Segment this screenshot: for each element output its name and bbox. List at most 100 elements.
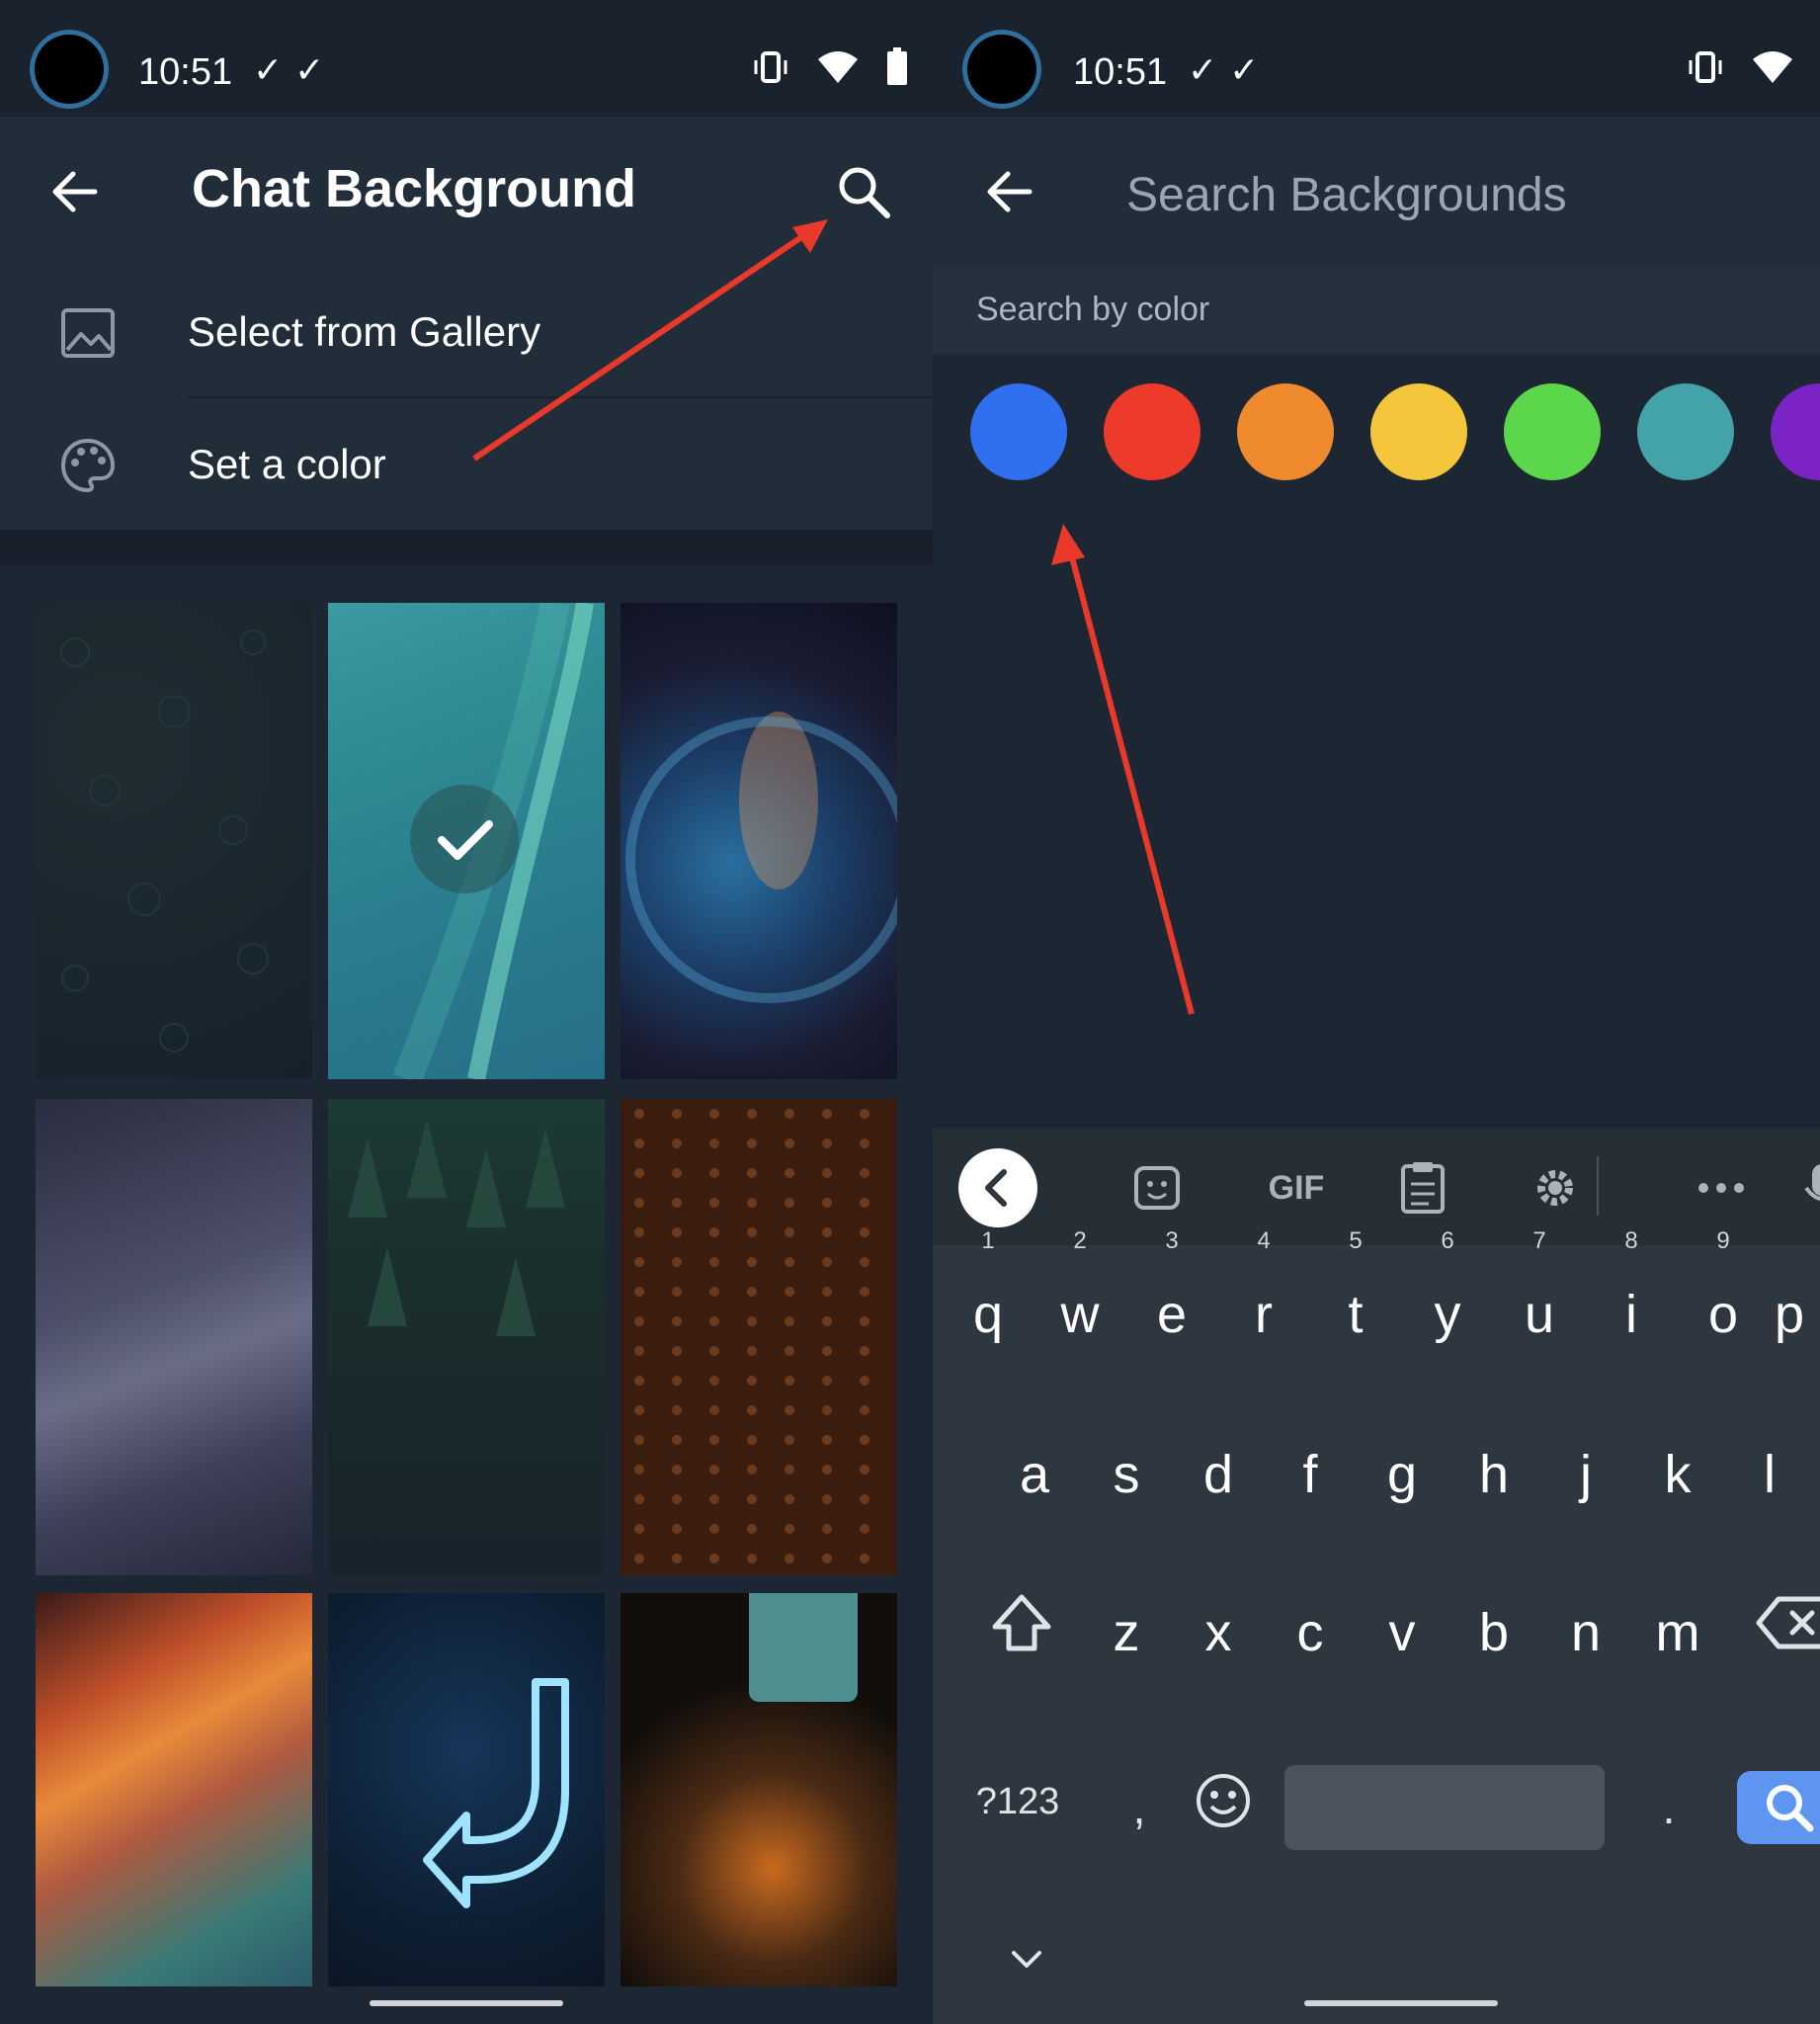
key-p[interactable]: p <box>1775 1265 1820 1364</box>
shift-arrow-icon <box>992 1594 1051 1651</box>
key-m[interactable]: m <box>1638 1583 1717 1682</box>
key-y[interactable]: 6y <box>1408 1229 1487 1364</box>
key-n[interactable]: n <box>1546 1583 1625 1682</box>
voice-input-button[interactable] <box>1782 1148 1820 1227</box>
keyboard-settings-button[interactable] <box>1516 1148 1595 1227</box>
symbols-key[interactable]: ?123 <box>958 1781 1077 1840</box>
shift-key[interactable] <box>972 1589 1071 1688</box>
gif-button[interactable]: GIF <box>1247 1148 1346 1227</box>
search-icon[interactable] <box>834 162 893 221</box>
key-o[interactable]: 9o <box>1684 1229 1763 1364</box>
key-r[interactable]: 4r <box>1224 1229 1303 1364</box>
key-i[interactable]: 8i <box>1592 1229 1671 1364</box>
wallpaper-aurora[interactable] <box>328 603 605 1079</box>
page-title: Chat Background <box>192 159 637 218</box>
status-bar: 10:51 ✓✓ <box>0 0 933 117</box>
back-arrow-icon[interactable] <box>47 164 103 219</box>
gear-icon <box>1537 1170 1573 1206</box>
wallpaper-light-streaks[interactable] <box>36 1593 312 1986</box>
wallpaper-coffee-beans[interactable] <box>620 1099 897 1575</box>
microphone-icon <box>1804 1164 1820 1201</box>
double-check-icon: ✓✓ <box>1188 49 1272 90</box>
color-swatch-orange[interactable] <box>1237 383 1334 480</box>
annotation-arrow <box>1051 524 1195 1015</box>
vibrate-icon <box>754 51 787 83</box>
on-screen-keyboard: GIF 1q 2w 3e 4r 5t 6y 7u 8i 9o p a s d f… <box>933 1129 1820 2024</box>
key-f[interactable]: f <box>1271 1425 1350 1524</box>
backspace-key[interactable] <box>1755 1593 1820 1672</box>
double-check-icon: ✓✓ <box>253 49 337 90</box>
select-from-gallery-item[interactable]: Select from Gallery <box>0 265 933 397</box>
sticker-button[interactable] <box>1118 1148 1198 1227</box>
key-j[interactable]: j <box>1546 1425 1625 1524</box>
key-g[interactable]: g <box>1363 1425 1442 1524</box>
gallery-image-icon <box>61 308 115 358</box>
wallpaper-light-bulb[interactable] <box>620 1593 897 1986</box>
key-k[interactable]: k <box>1638 1425 1717 1524</box>
sticker-icon <box>1134 1166 1180 1210</box>
keyboard-toolbar: GIF <box>933 1129 1820 1245</box>
wifi-icon <box>1753 51 1792 83</box>
key-e[interactable]: 3e <box>1132 1229 1211 1364</box>
wallpaper-forest[interactable] <box>328 1099 605 1575</box>
hide-keyboard-button[interactable] <box>992 1939 1061 1988</box>
search-icon <box>1767 1785 1814 1832</box>
period-key[interactable]: . <box>1644 1781 1694 1840</box>
chevron-down-icon <box>1012 1951 1041 1968</box>
key-u[interactable]: 7u <box>1500 1229 1579 1364</box>
key-c[interactable]: c <box>1271 1583 1350 1682</box>
keyboard-collapse-button[interactable] <box>958 1148 1037 1227</box>
clipboard-button[interactable] <box>1383 1148 1462 1227</box>
color-swatch-green[interactable] <box>1504 383 1601 480</box>
key-t[interactable]: 5t <box>1316 1229 1395 1364</box>
set-a-color-item[interactable]: Set a color <box>0 397 933 530</box>
clipboard-icon <box>1401 1162 1445 1214</box>
search-backgrounds-screen: 10:51 ✓✓ Search Backgrounds Search by co… <box>933 0 1820 2024</box>
search-input[interactable]: Search Backgrounds <box>1126 168 1567 222</box>
camera-cutout <box>30 30 109 109</box>
key-v[interactable]: v <box>1363 1583 1442 1682</box>
key-b[interactable]: b <box>1454 1583 1533 1682</box>
backspace-icon <box>1756 1596 1820 1649</box>
color-swatch-red[interactable] <box>1104 383 1200 480</box>
key-l[interactable]: l <box>1730 1425 1809 1524</box>
battery-icon <box>887 47 907 85</box>
select-from-gallery-label: Select from Gallery <box>188 308 541 355</box>
search-by-color-label: Search by color <box>976 291 1210 328</box>
bulb-socket <box>749 1593 858 1702</box>
space-key[interactable] <box>1284 1765 1605 1850</box>
back-arrow-icon[interactable] <box>982 164 1037 219</box>
keyboard-search-key[interactable] <box>1737 1771 1820 1844</box>
emoji-icon <box>1197 1774 1250 1827</box>
key-x[interactable]: x <box>1179 1583 1258 1682</box>
palette-icon <box>60 438 116 493</box>
toolbar-divider <box>1597 1156 1599 1216</box>
wallpaper-dark-pattern[interactable] <box>36 603 312 1079</box>
vibrate-icon <box>1689 51 1722 83</box>
wallpaper-nebula[interactable] <box>620 603 897 1079</box>
chevron-left-icon <box>985 1169 1007 1207</box>
key-z[interactable]: z <box>1087 1583 1166 1682</box>
wallpaper-milky-way[interactable] <box>36 1099 312 1575</box>
key-d[interactable]: d <box>1179 1425 1258 1524</box>
doodle-pattern <box>60 630 269 1053</box>
camera-cutout <box>962 30 1041 109</box>
key-s[interactable]: s <box>1087 1425 1166 1524</box>
key-h[interactable]: h <box>1454 1425 1533 1524</box>
key-a[interactable]: a <box>995 1425 1074 1524</box>
color-swatch-purple[interactable] <box>1771 383 1820 480</box>
key-w[interactable]: 2w <box>1040 1229 1119 1364</box>
set-a-color-label: Set a color <box>188 441 386 487</box>
color-swatch-teal[interactable] <box>1637 383 1734 480</box>
more-options-button[interactable] <box>1682 1148 1761 1227</box>
section-separator <box>0 530 933 565</box>
color-swatch-blue[interactable] <box>970 383 1067 480</box>
home-indicator <box>1304 2000 1498 2006</box>
emoji-key[interactable] <box>1184 1771 1263 1850</box>
background-options-menu: Select from Gallery Set a color <box>0 265 933 530</box>
wallpaper-neon-arrow[interactable] <box>328 1593 605 1986</box>
key-q[interactable]: 1q <box>949 1229 1028 1364</box>
comma-key[interactable]: , <box>1115 1781 1164 1840</box>
color-swatch-yellow[interactable] <box>1370 383 1467 480</box>
app-toolbar: Chat Background <box>0 117 933 265</box>
